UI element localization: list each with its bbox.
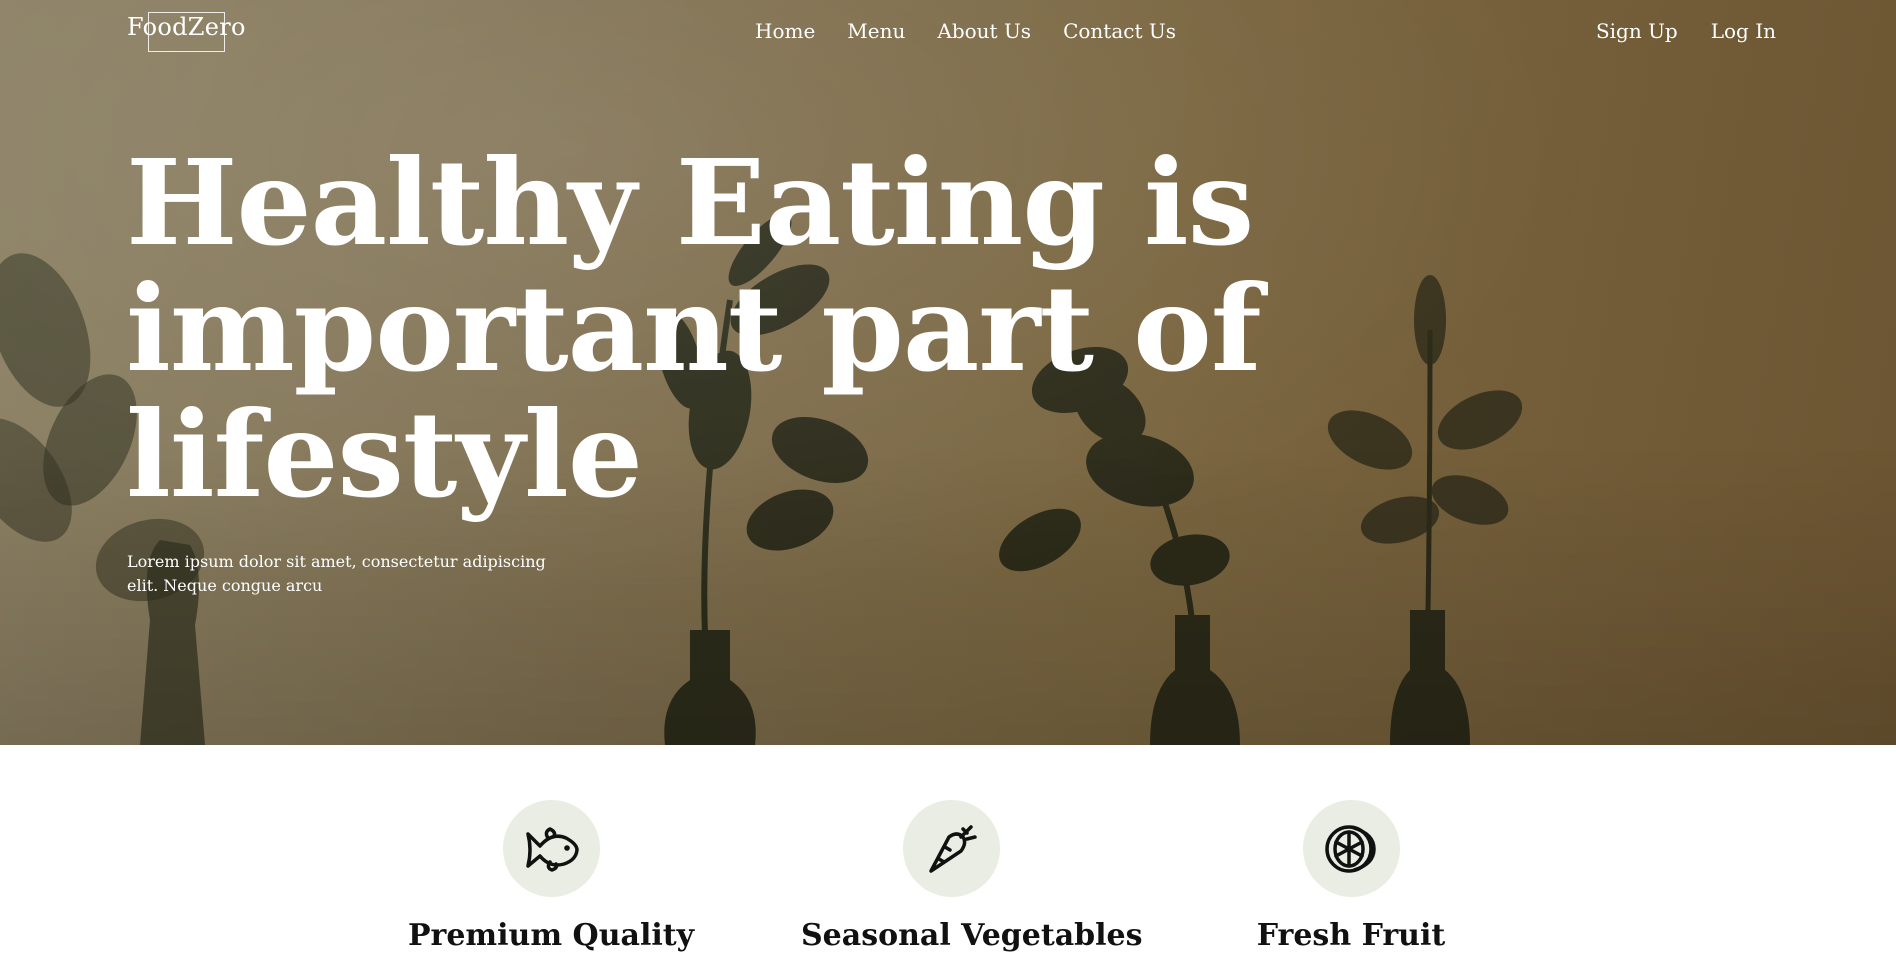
feature-premium-quality: Premium Quality bbox=[401, 800, 701, 953]
feature-title: Seasonal Vegetables bbox=[801, 918, 1143, 953]
feature-icon-circle bbox=[1302, 800, 1400, 897]
nav-link-about[interactable]: About Us bbox=[937, 19, 1031, 43]
feature-icon-circle bbox=[902, 800, 1000, 897]
nav-link-home[interactable]: Home bbox=[755, 19, 815, 43]
citrus-icon bbox=[1325, 824, 1376, 873]
hero-section: FoodZero Home Menu About Us Contact Us S… bbox=[0, 0, 1896, 745]
feature-title: Fresh Fruit bbox=[1256, 918, 1446, 953]
feature-title: Premium Quality bbox=[407, 918, 695, 953]
feature-fresh-fruit: Fresh Fruit bbox=[1201, 800, 1501, 953]
main-nav: Home Menu About Us Contact Us bbox=[755, 19, 1176, 43]
auth-links: Sign Up Log In bbox=[1596, 19, 1776, 43]
hero-headline: Healthy Eating is important part of life… bbox=[126, 133, 1262, 524]
nav-link-contact[interactable]: Contact Us bbox=[1063, 19, 1176, 43]
brand-logo[interactable]: FoodZero bbox=[127, 13, 246, 41]
signup-link[interactable]: Sign Up bbox=[1596, 19, 1678, 43]
nav-link-menu[interactable]: Menu bbox=[847, 19, 905, 43]
feature-seasonal-vegetables: Seasonal Vegetables bbox=[801, 800, 1143, 953]
hero-subtext: Lorem ipsum dolor sit amet, consectetur … bbox=[127, 552, 546, 595]
fish-icon bbox=[526, 826, 579, 872]
feature-icon-circle bbox=[502, 800, 600, 897]
login-link[interactable]: Log In bbox=[1711, 19, 1776, 43]
carrot-icon bbox=[929, 824, 977, 873]
